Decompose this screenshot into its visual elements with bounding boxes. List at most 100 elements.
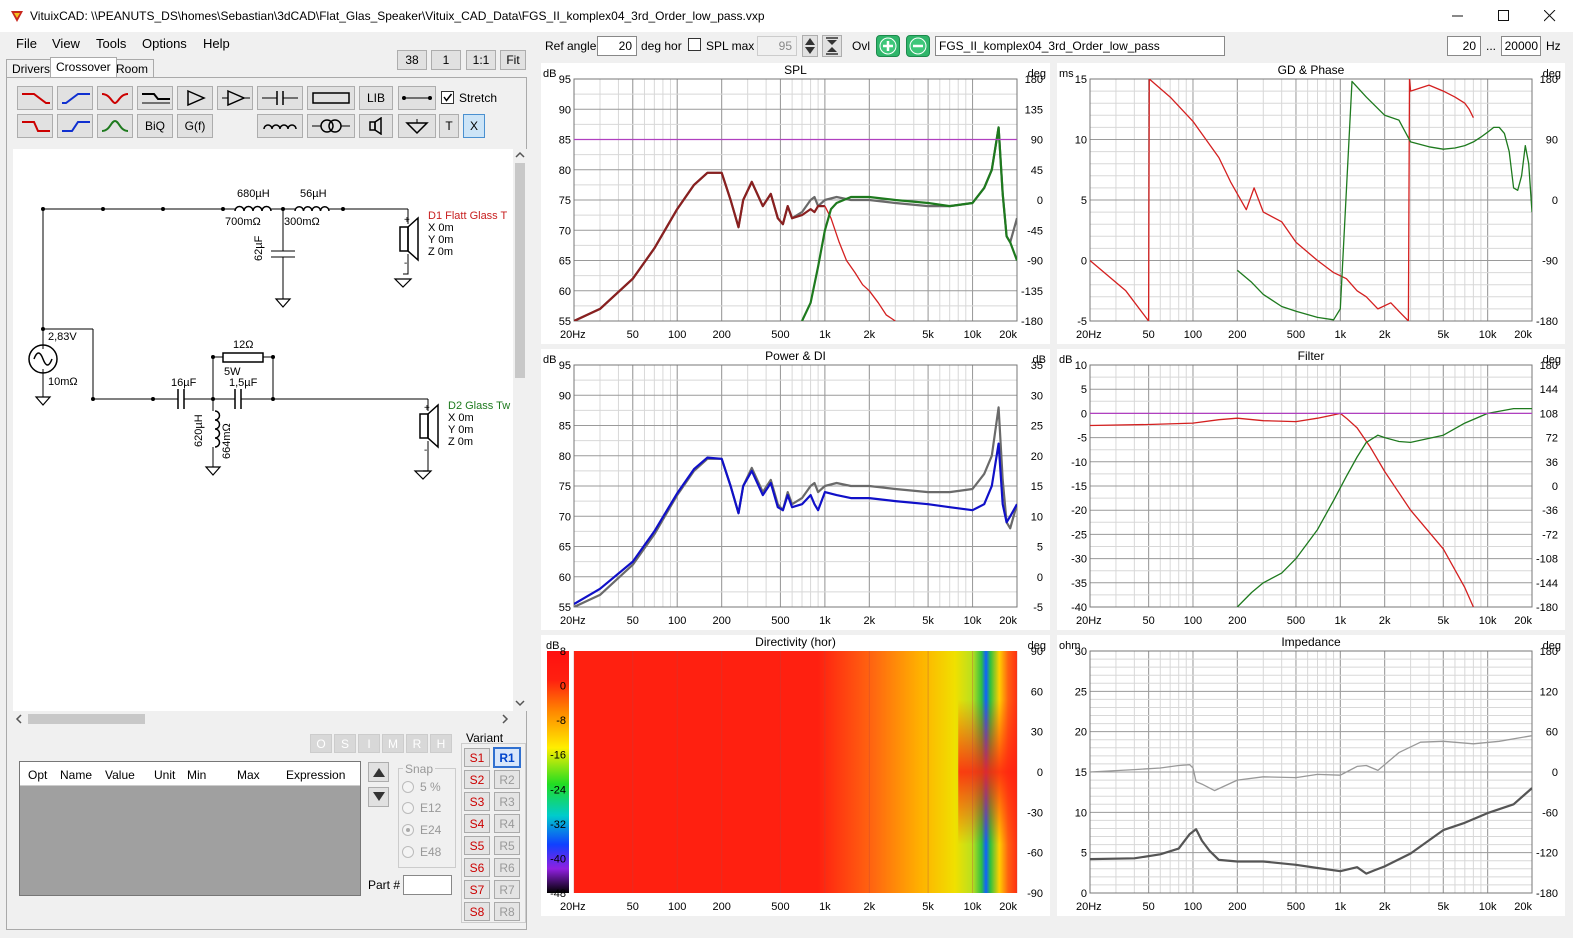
ref-angle-input[interactable]: 20 bbox=[597, 36, 637, 56]
stretch-checkbox[interactable] bbox=[441, 91, 454, 104]
tab-drivers[interactable]: Drivers bbox=[6, 59, 56, 77]
variant-r1-button[interactable]: R1 bbox=[493, 747, 521, 768]
x-tool-button[interactable]: X bbox=[463, 114, 485, 138]
c2-value[interactable]: 16µF bbox=[171, 377, 196, 389]
snap-e12-radio[interactable] bbox=[402, 802, 414, 814]
col-value[interactable]: Value bbox=[105, 768, 135, 782]
transfer-function-button[interactable]: G(f) bbox=[177, 114, 213, 138]
opt-o-button[interactable]: O bbox=[310, 734, 332, 753]
bandstop-button[interactable] bbox=[97, 86, 133, 110]
text-tool-button[interactable]: T bbox=[439, 114, 459, 138]
inductor-button[interactable] bbox=[257, 114, 303, 138]
r1-value[interactable]: 12Ω bbox=[233, 339, 253, 351]
variant-s7-button[interactable]: S7 bbox=[464, 880, 490, 899]
col-min[interactable]: Min bbox=[187, 768, 206, 782]
col-expression[interactable]: Expression bbox=[286, 768, 345, 782]
menu-file[interactable]: File bbox=[16, 36, 37, 51]
menu-tools[interactable]: Tools bbox=[96, 36, 126, 51]
biquad-button[interactable]: BiQ bbox=[137, 114, 173, 138]
vscroll-thumb[interactable] bbox=[515, 163, 525, 378]
opt-i-button[interactable]: I bbox=[358, 734, 380, 753]
opt-m-button[interactable]: M bbox=[382, 734, 404, 753]
variant-s1-button[interactable]: S1 bbox=[464, 748, 490, 767]
l3-value[interactable]: 620µH bbox=[193, 414, 205, 447]
col-opt[interactable]: Opt bbox=[28, 768, 47, 782]
zoom-1to1-button[interactable]: 1:1 bbox=[466, 50, 496, 70]
overlay-name-input[interactable]: FGS_II_komplex04_3rd_Order_low_pass bbox=[935, 36, 1225, 56]
menu-help[interactable]: Help bbox=[203, 36, 230, 51]
spl-max-input[interactable]: 95 bbox=[757, 36, 797, 56]
lowpass-1st-button[interactable] bbox=[17, 114, 53, 138]
ground-button[interactable] bbox=[398, 114, 436, 138]
remove-overlay-button[interactable] bbox=[906, 35, 930, 57]
variant-s8-button[interactable]: S8 bbox=[464, 902, 490, 921]
variant-r3-button[interactable]: R3 bbox=[494, 792, 520, 811]
l3-resistance[interactable]: 664mΩ bbox=[221, 423, 233, 459]
freq-min-input[interactable]: 20 bbox=[1447, 36, 1481, 56]
l1-resistance[interactable]: 700mΩ bbox=[225, 216, 261, 228]
col-name[interactable]: Name bbox=[60, 768, 92, 782]
variant-r5-button[interactable]: R5 bbox=[494, 836, 520, 855]
zoom-38-button[interactable]: 38 bbox=[397, 50, 427, 70]
transformer-button[interactable] bbox=[307, 114, 355, 138]
shelving-button[interactable] bbox=[137, 86, 173, 110]
l1-value[interactable]: 680µH bbox=[237, 188, 270, 200]
freq-max-input[interactable]: 20000 bbox=[1501, 36, 1541, 56]
power-di-panel[interactable]: Power & DI dB dB 95 90 85 80 75 70 65 60 55 35 30 25 20… bbox=[541, 349, 1050, 630]
tab-crossover[interactable]: Crossover bbox=[50, 57, 117, 77]
source-resistance[interactable]: 10mΩ bbox=[48, 376, 78, 388]
variant-s4-button[interactable]: S4 bbox=[464, 814, 490, 833]
c3-value[interactable]: 1,5µF bbox=[229, 377, 257, 389]
schematic-vscroll[interactable] bbox=[513, 149, 527, 711]
variant-s6-button[interactable]: S6 bbox=[464, 858, 490, 877]
lowpass-red-button[interactable] bbox=[17, 86, 53, 110]
hscroll-thumb[interactable] bbox=[28, 714, 145, 724]
zoom-1-button[interactable]: 1 bbox=[431, 50, 461, 70]
c1-value[interactable]: 62µF bbox=[253, 236, 265, 261]
highpass-1st-button[interactable] bbox=[57, 114, 93, 138]
opt-s-button[interactable]: S bbox=[334, 734, 356, 753]
spl-max-spinner[interactable] bbox=[802, 35, 818, 57]
minimize-button[interactable] bbox=[1435, 0, 1481, 32]
d2-label[interactable]: D2 Glass Tw bbox=[448, 400, 510, 412]
autoscale-button[interactable] bbox=[822, 35, 842, 57]
impedance-panel[interactable]: Impedance ohm deg 30 25 20 15 10 5 0 180 120 60 0 -60-… bbox=[1057, 635, 1565, 916]
capacitor-button[interactable] bbox=[257, 86, 303, 110]
schematic-hscroll[interactable] bbox=[13, 711, 513, 727]
opamp-button[interactable] bbox=[217, 86, 253, 110]
spl-max-checkbox[interactable] bbox=[688, 38, 701, 51]
variant-r6-button[interactable]: R6 bbox=[494, 858, 520, 877]
l2-value[interactable]: 56µH bbox=[300, 188, 327, 200]
parameter-table[interactable]: Opt Name Value Unit Min Max Expression bbox=[19, 761, 361, 896]
menu-options[interactable]: Options bbox=[142, 36, 187, 51]
variant-r4-button[interactable]: R4 bbox=[494, 814, 520, 833]
opt-h-button[interactable]: H bbox=[430, 734, 452, 753]
directivity-panel[interactable]: Directivity (hor) dB deg 8 0 -8 -16 -24 -32 -40 -4… bbox=[541, 635, 1050, 916]
buffer-button[interactable] bbox=[177, 86, 213, 110]
variant-r7-button[interactable]: R7 bbox=[494, 880, 520, 899]
highpass-blue-button[interactable] bbox=[57, 86, 93, 110]
snap-5pct-radio[interactable] bbox=[402, 781, 414, 793]
menu-view[interactable]: View bbox=[52, 36, 80, 51]
snap-e24-radio[interactable] bbox=[402, 824, 414, 836]
driver-button[interactable] bbox=[359, 114, 393, 138]
source-voltage[interactable]: 2,83V bbox=[48, 331, 77, 343]
l2-resistance[interactable]: 300mΩ bbox=[284, 216, 320, 228]
variant-r2-button[interactable]: R2 bbox=[494, 770, 520, 789]
bandpass-button[interactable] bbox=[97, 114, 133, 138]
move-up-button[interactable] bbox=[368, 762, 389, 782]
col-unit[interactable]: Unit bbox=[154, 768, 175, 782]
snap-e48-radio[interactable] bbox=[402, 846, 414, 858]
spl-panel[interactable]: SPL dB deg 95 90 85 80 75 70 65 60 55 180 135 90 45 0 -45… bbox=[541, 63, 1050, 344]
variant-s2-button[interactable]: S2 bbox=[464, 770, 490, 789]
filter-panel[interactable]: Filter dB deg 10 5 0 -5 -10 -15 -20 -25 -30 -35 -40 18… bbox=[1057, 349, 1565, 630]
library-button[interactable]: LIB bbox=[359, 86, 393, 110]
col-max[interactable]: Max bbox=[237, 768, 260, 782]
wire-button[interactable] bbox=[398, 86, 436, 110]
variant-r8-button[interactable]: R8 bbox=[494, 902, 520, 921]
opt-r-button[interactable]: R bbox=[406, 734, 428, 753]
schematic-canvas[interactable]: + - + - 680µH 700mΩ 56µH 300mΩ 62µF D1 F… bbox=[13, 149, 513, 711]
variant-s5-button[interactable]: S5 bbox=[464, 836, 490, 855]
add-overlay-button[interactable] bbox=[876, 35, 900, 57]
resistor-button[interactable] bbox=[307, 86, 355, 110]
